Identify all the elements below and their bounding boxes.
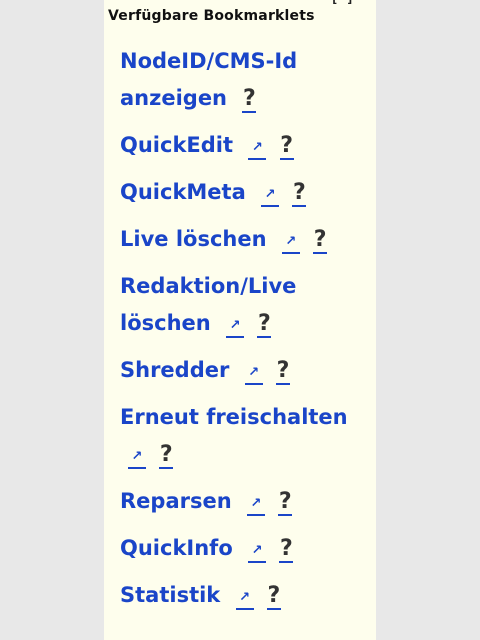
help-link[interactable]: ? xyxy=(257,312,272,338)
external-link-icon[interactable]: ↗ xyxy=(235,588,254,610)
bookmarklet-link[interactable]: QuickMeta xyxy=(120,180,246,204)
help-link[interactable]: ? xyxy=(292,181,307,207)
help-link[interactable]: ? xyxy=(313,228,328,254)
external-link-icon[interactable]: ↗ xyxy=(261,185,280,207)
bookmarklet-item: Reparsen ↗ ? xyxy=(120,483,372,520)
external-link-icon[interactable]: ↗ xyxy=(128,447,146,469)
bookmarklet-item: Redaktion/Live löschen ↗ ? xyxy=(120,268,372,342)
bookmarklet-link[interactable]: Statistik xyxy=(120,583,220,607)
bookmarklet-link[interactable]: Erneut freischalten xyxy=(120,405,348,429)
help-link[interactable]: ? xyxy=(278,490,293,516)
help-link[interactable]: ? xyxy=(266,584,281,610)
bookmarklet-link[interactable]: QuickEdit xyxy=(120,133,233,157)
help-link[interactable]: ? xyxy=(279,537,294,563)
bookmarklet-item: Shredder ↗ ? xyxy=(120,352,372,389)
external-link-icon[interactable]: ↗ xyxy=(248,138,267,160)
bookmarklet-link[interactable]: Reparsen xyxy=(120,489,232,513)
help-link[interactable]: ? xyxy=(279,134,294,160)
bookmarklet-link[interactable]: Live löschen xyxy=(120,227,267,251)
help-link[interactable]: ? xyxy=(242,87,257,113)
external-link-icon[interactable]: ↗ xyxy=(281,232,300,254)
external-link-icon[interactable]: ↗ xyxy=(244,363,263,385)
bookmarklet-link[interactable]: QuickInfo xyxy=(120,536,233,560)
panel-heading: Verfügbare Bookmarklets xyxy=(108,8,315,24)
external-link-icon[interactable]: ↗ xyxy=(246,494,265,516)
bookmarklet-item: QuickMeta ↗ ? xyxy=(120,174,372,211)
bookmarklet-list: NodeID/CMS-Id anzeigen ? QuickEdit ↗ ? Qui… xyxy=(120,43,372,624)
external-link-icon[interactable]: ↗ xyxy=(248,541,267,563)
bookmarklet-item: Statistik ↗ ? xyxy=(120,577,372,614)
external-link-icon[interactable]: ↗ xyxy=(226,316,245,338)
help-link[interactable]: ? xyxy=(275,359,290,385)
bookmarklet-link[interactable]: Shredder xyxy=(120,358,229,382)
bookmarklet-item: NodeID/CMS-Id anzeigen ? xyxy=(120,43,372,117)
help-link[interactable]: ? xyxy=(159,443,174,469)
bookmarklet-item: QuickEdit ↗ ? xyxy=(120,127,372,164)
bookmarklet-item: Live löschen ↗ ? xyxy=(120,221,372,258)
expand-toggle[interactable]: [*] xyxy=(331,0,354,6)
bookmarklet-item: Erneut freischalten ↗ ? xyxy=(120,399,372,473)
bookmarklet-panel: [*] Verfügbare Bookmarklets NodeID/CMS-I… xyxy=(104,0,376,640)
bookmarklet-link[interactable]: NodeID/CMS-Id anzeigen xyxy=(120,49,297,110)
bookmarklet-item: QuickInfo ↗ ? xyxy=(120,530,372,567)
